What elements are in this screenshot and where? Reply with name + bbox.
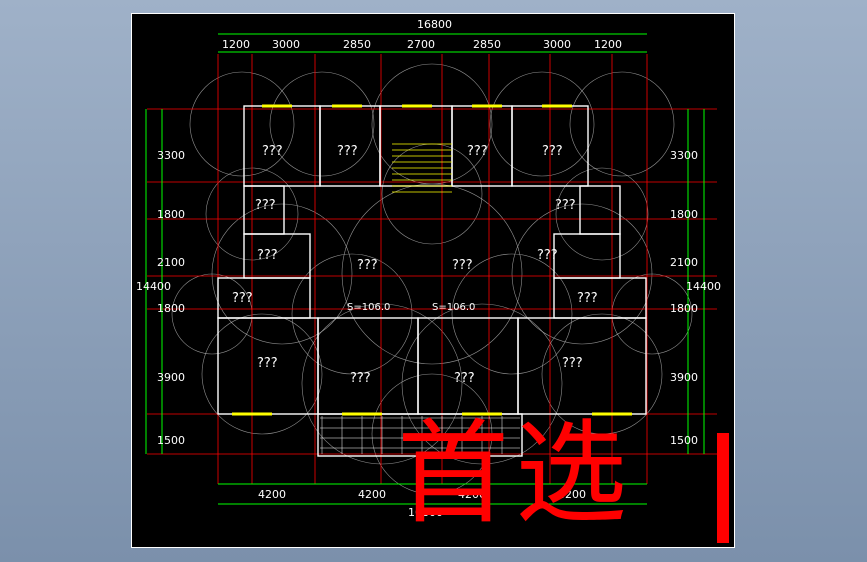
dim-left-seg-1: 3300 <box>157 149 185 162</box>
unit-area-label: S=106.0 <box>347 302 390 313</box>
room-label: ??? <box>577 291 598 306</box>
dim-top-seg-4: 2700 <box>407 38 435 51</box>
wall <box>579 185 621 235</box>
room-label: ??? <box>262 144 283 159</box>
dim-top-overall: 16800 <box>417 18 452 31</box>
room-label: ??? <box>257 248 278 263</box>
room-label: ??? <box>542 144 563 159</box>
door-arc <box>269 71 375 177</box>
room-label: ??? <box>452 258 473 273</box>
dim-right-seg-2: 1800 <box>670 208 698 221</box>
door-arc <box>211 203 353 345</box>
dim-bottom-seg-2: 4200 <box>358 488 386 501</box>
door-arc <box>511 203 653 345</box>
dim-right-seg-1: 3300 <box>670 149 698 162</box>
room-label: ??? <box>467 144 488 159</box>
dim-left-seg-2: 1800 <box>157 208 185 221</box>
stamp-bar <box>717 433 729 543</box>
dim-right-seg-3: 2100 <box>670 256 698 269</box>
dim-left-seg-5: 3900 <box>157 371 185 384</box>
room-label: ??? <box>257 356 278 371</box>
dim-left-overall: 14400 <box>136 280 171 293</box>
wall <box>553 277 647 319</box>
room-label: ??? <box>337 144 358 159</box>
door-arc <box>201 313 323 435</box>
unit-area-label: S=106.0 <box>432 302 475 313</box>
room-label: ??? <box>255 198 276 213</box>
dim-left-seg-3: 2100 <box>157 256 185 269</box>
room-label: ??? <box>357 258 378 273</box>
door-arc <box>189 71 295 177</box>
stamp-text: 首选 <box>397 409 633 539</box>
dim-top-seg-6: 3000 <box>543 38 571 51</box>
door-arc <box>371 63 493 185</box>
dim-left-seg-6: 1500 <box>157 434 185 447</box>
room-label: ??? <box>350 371 371 386</box>
door-arc <box>569 71 675 177</box>
dim-right-overall: 14400 <box>686 280 721 293</box>
room-label: ??? <box>555 198 576 213</box>
room-label: ??? <box>537 248 558 263</box>
dim-bottom-seg-1: 4200 <box>258 488 286 501</box>
dim-right-seg-5: 3900 <box>670 371 698 384</box>
wall <box>417 317 519 415</box>
dim-right-seg-6: 1500 <box>670 434 698 447</box>
dim-top-seg-7: 1200 <box>594 38 622 51</box>
room-label: ??? <box>232 291 253 306</box>
dim-left-seg-4: 1800 <box>157 302 185 315</box>
dim-top-seg-1: 1200 <box>222 38 250 51</box>
door-arc <box>489 71 595 177</box>
dim-top-seg-2: 3000 <box>272 38 300 51</box>
cad-viewport: 16800 1200 3000 2850 2700 2850 3000 1200… <box>0 0 867 562</box>
room-label: ??? <box>562 356 583 371</box>
room-label: ??? <box>454 371 475 386</box>
dim-top-seg-3: 2850 <box>343 38 371 51</box>
door-arc <box>381 143 483 245</box>
door-arc <box>341 183 523 365</box>
dim-right-seg-4: 1800 <box>670 302 698 315</box>
wall <box>317 317 419 415</box>
wall <box>553 233 621 279</box>
dim-top-seg-5: 2850 <box>473 38 501 51</box>
